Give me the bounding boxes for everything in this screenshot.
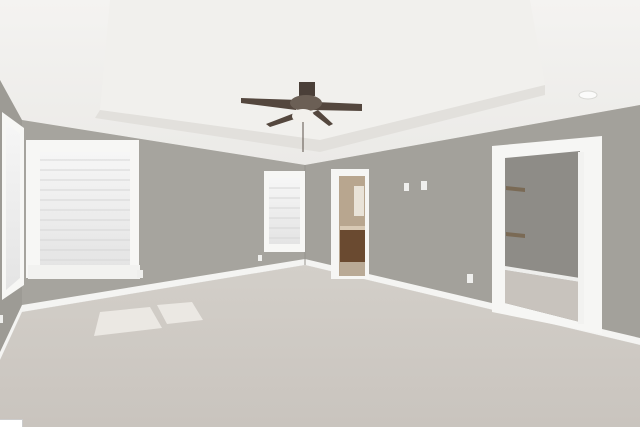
room-illustration [0, 0, 640, 427]
outlet-icon [258, 255, 262, 261]
outlet-icon [137, 270, 143, 278]
left-wall-window [2, 112, 24, 300]
outlet-icon [467, 274, 473, 283]
closet-doorway [492, 136, 602, 334]
photo-watermark [0, 419, 23, 427]
outlet-icon [0, 315, 3, 323]
smoke-detector [578, 90, 598, 100]
back-wall-window-small [264, 171, 305, 252]
back-wall-window-large [26, 140, 140, 279]
empty-bedroom-photo [0, 0, 640, 427]
bathroom-doorway [331, 169, 369, 279]
